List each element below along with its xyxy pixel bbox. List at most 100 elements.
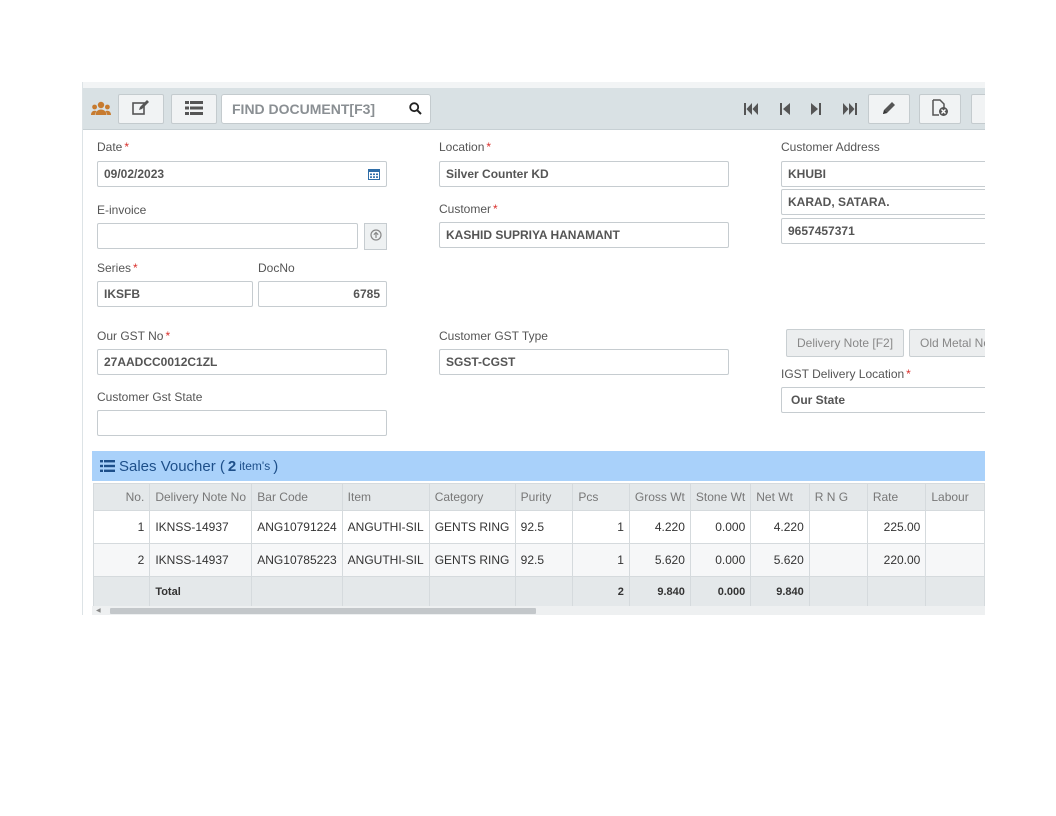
col-category[interactable]: Category: [428, 483, 516, 511]
search-icon[interactable]: [409, 102, 422, 118]
cell-net-wt: 4.220: [750, 510, 810, 544]
cancel-document-button[interactable]: [919, 94, 961, 124]
calendar-icon[interactable]: [368, 168, 380, 183]
docno-field[interactable]: 6785: [258, 281, 387, 307]
col-rng[interactable]: R N G: [808, 483, 868, 511]
find-document-box: [221, 94, 431, 124]
cell-labour: [925, 543, 985, 577]
cell-gross-wt: 4.220: [628, 510, 691, 544]
col-labour[interactable]: Labour: [925, 483, 985, 511]
previous-record-icon[interactable]: [773, 94, 797, 124]
location-label: Location *: [439, 140, 492, 154]
scrollbar-thumb[interactable]: [110, 608, 536, 614]
last-record-icon[interactable]: [838, 94, 862, 124]
scroll-left-arrow-icon[interactable]: ◀: [96, 607, 101, 614]
cell-delivery-note-no: IKNSS-14937: [149, 510, 253, 544]
total-net-wt: 9.840: [750, 576, 810, 608]
col-gross-wt[interactable]: Gross Wt: [628, 483, 691, 511]
total-cell-rate: [866, 576, 927, 608]
item-count-suffix: item's: [239, 459, 271, 473]
total-cell-no: [92, 576, 151, 608]
total-cell-category: [428, 576, 516, 608]
cell-rng: [808, 510, 868, 544]
item-count: 2: [227, 457, 237, 475]
cell-delivery-note-no: IKNSS-14937: [149, 543, 253, 577]
first-record-icon[interactable]: [739, 94, 763, 124]
docno-label: DocNo: [258, 261, 295, 275]
sales-voucher-table: No. Delivery Note No Bar Code Item Categ…: [92, 483, 985, 608]
col-purity[interactable]: Purity: [514, 483, 574, 511]
sales-voucher-title-close: ): [273, 457, 279, 475]
cell-category: GENTS RING: [428, 510, 516, 544]
customer-gst-state-field[interactable]: [97, 410, 387, 436]
customer-gst-type-field[interactable]: SGST-CGST: [439, 349, 729, 375]
total-cell-purity: [514, 576, 574, 608]
old-metal-button[interactable]: Old Metal No: [909, 329, 985, 357]
total-label: Total: [149, 576, 253, 608]
users-icon[interactable]: [89, 94, 113, 124]
customer-address-line-2[interactable]: KARAD, SATARA.: [781, 189, 985, 215]
location-field[interactable]: Silver Counter KD: [439, 161, 729, 187]
pencil-icon: [881, 100, 897, 119]
total-cell-item: [341, 576, 430, 608]
cell-bar-code: ANG10791224: [251, 510, 343, 544]
cell-purity: 92.5: [514, 510, 574, 544]
cancel-document-icon: [931, 98, 949, 120]
col-bar-code[interactable]: Bar Code: [251, 483, 343, 511]
more-toolbar-button[interactable]: [971, 94, 985, 124]
col-rate[interactable]: Rate: [866, 483, 927, 511]
edit-icon: [132, 99, 150, 119]
col-item[interactable]: Item: [341, 483, 430, 511]
einvoice-label: E-invoice: [97, 203, 147, 217]
series-field[interactable]: IKSFB: [97, 281, 253, 307]
einvoice-field[interactable]: [97, 223, 358, 249]
sales-voucher-header: Sales Voucher ( 2 item's ): [92, 451, 985, 481]
sales-voucher-title: Sales Voucher (: [119, 457, 225, 475]
customer-address-line-3[interactable]: 9657457371: [781, 218, 985, 244]
upload-button[interactable]: [364, 223, 387, 250]
our-gst-field[interactable]: 27AADCC0012C1ZL: [97, 349, 387, 375]
date-field[interactable]: 09/02/2023: [97, 161, 387, 187]
igst-delivery-location-field[interactable]: Our State: [781, 387, 985, 413]
col-no[interactable]: No.: [92, 483, 151, 511]
col-net-wt[interactable]: Net Wt: [750, 483, 810, 511]
list-icon: [100, 460, 115, 472]
total-cell-rng: [808, 576, 868, 608]
customer-address-line-1[interactable]: KHUBI: [781, 161, 985, 187]
toolbar: [83, 88, 985, 130]
total-cell-bar-code: [251, 576, 343, 608]
list-icon: [185, 100, 203, 118]
table-row[interactable]: 2 IKNSS-14937 ANG10785223 ANGUTHI-SIL GE…: [92, 543, 985, 577]
cell-bar-code: ANG10785223: [251, 543, 343, 577]
cell-net-wt: 5.620: [750, 543, 810, 577]
date-label: Date *: [97, 140, 130, 154]
edit-button[interactable]: [118, 94, 164, 124]
total-cell-labour: [925, 576, 985, 608]
list-button[interactable]: [171, 94, 217, 124]
total-pcs: 2: [572, 576, 630, 608]
cell-item: ANGUTHI-SIL: [341, 543, 430, 577]
cell-rng: [808, 543, 868, 577]
cell-labour: [925, 510, 985, 544]
cell-stone-wt: 0.000: [689, 510, 752, 544]
total-gross-wt: 9.840: [628, 576, 691, 608]
horizontal-scrollbar[interactable]: ◀: [92, 606, 985, 615]
delivery-note-button[interactable]: Delivery Note [F2]: [786, 329, 904, 357]
col-pcs[interactable]: Pcs: [572, 483, 630, 511]
next-record-icon[interactable]: [804, 94, 828, 124]
find-document-input[interactable]: [222, 95, 410, 123]
igst-delivery-location-label: IGST Delivery Location *: [781, 367, 911, 381]
cell-item: ANGUTHI-SIL: [341, 510, 430, 544]
table-row[interactable]: 1 IKNSS-14937 ANG10791224 ANGUTHI-SIL GE…: [92, 510, 985, 544]
col-stone-wt[interactable]: Stone Wt: [689, 483, 752, 511]
col-delivery-note-no[interactable]: Delivery Note No: [149, 483, 253, 511]
sales-voucher-window: Date* 09/02/2023 E-invoice Series* IKSFB…: [82, 82, 985, 615]
customer-address-label: Customer Address: [781, 140, 880, 154]
cell-no: 2: [92, 543, 151, 577]
pencil-button[interactable]: [868, 94, 910, 124]
cell-rate: 225.00: [866, 510, 927, 544]
customer-gst-type-label: Customer GST Type: [439, 329, 548, 343]
cell-category: GENTS RING: [428, 543, 516, 577]
customer-field[interactable]: KASHID SUPRIYA HANAMANT: [439, 222, 729, 248]
customer-label: Customer *: [439, 202, 498, 216]
